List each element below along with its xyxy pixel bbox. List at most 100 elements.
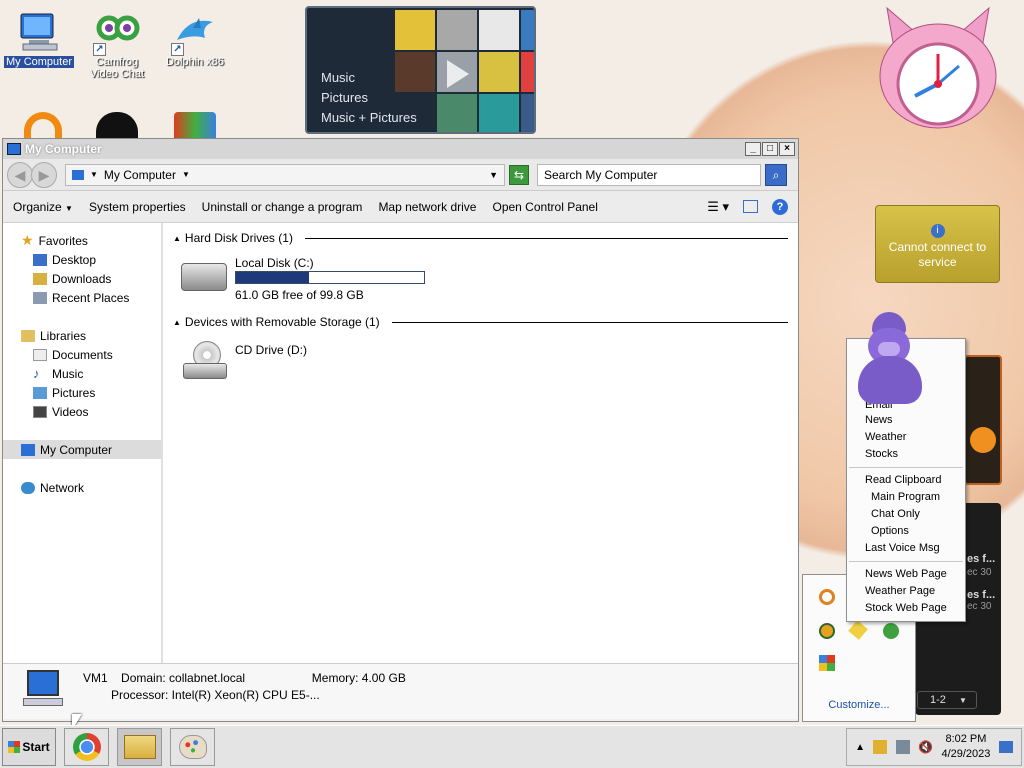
address-bar[interactable]: ▼ My Computer ▼ ▼ (65, 163, 505, 186)
taskbar-chrome[interactable] (64, 728, 109, 766)
group-header-hard-disks[interactable]: ▲ Hard Disk Drives (1) (173, 231, 792, 245)
show-desktop-icon[interactable] (998, 741, 1013, 753)
system-properties-button[interactable]: System properties (89, 200, 186, 214)
drive-d[interactable]: CD Drive (D:) (169, 329, 792, 399)
nav-favorites[interactable]: ★ Favorites (3, 231, 161, 250)
desktop-icon-camfrog[interactable]: ↗ Camfrog Video Chat (80, 10, 154, 80)
domain-text: Domain: collabnet.local (121, 671, 246, 685)
media-item-pictures[interactable]: Pictures (321, 90, 368, 105)
drive-c[interactable]: Local Disk (C:) 61.0 GB free of 99.8 GB (169, 245, 792, 315)
desktop-icon-dolphin[interactable]: ↗ Dolphin x86 (158, 10, 232, 68)
group-header-removable[interactable]: ▲ Devices with Removable Storage (1) (173, 315, 792, 329)
play-icon[interactable] (447, 60, 469, 88)
back-button[interactable]: ◀ (7, 161, 33, 188)
computer-icon (72, 169, 84, 180)
navigation-pane: ★ Favorites Desktop Downloads Recent Plac… (3, 223, 163, 663)
close-button[interactable]: × (779, 142, 795, 156)
minimize-button[interactable]: _ (745, 142, 761, 156)
nav-my-computer[interactable]: My Computer (3, 440, 161, 459)
menu-item-stock-web-page[interactable]: Stock Web Page (847, 600, 965, 617)
update-tray-icon[interactable] (883, 623, 899, 639)
nav-item-music[interactable]: ♪ Music (3, 364, 161, 383)
media-tile (479, 94, 519, 132)
nav-label: Libraries (40, 328, 87, 343)
bonzi-tray-icon[interactable] (819, 623, 835, 639)
menu-item-stocks[interactable]: Stocks (847, 446, 965, 463)
menu-item-options[interactable]: Options (847, 523, 965, 540)
nav-item-recent-places[interactable]: Recent Places (3, 288, 161, 307)
window-computer-icon (7, 143, 21, 155)
forward-button[interactable]: ▶ (31, 161, 57, 188)
nav-item-desktop[interactable]: Desktop (3, 250, 161, 269)
show-hidden-icons-icon[interactable]: ▲ (855, 742, 865, 753)
maximize-button[interactable]: □ (762, 142, 778, 156)
dark-gadget[interactable] (964, 355, 1002, 485)
taskbar-paint[interactable] (170, 728, 215, 766)
collapse-icon[interactable]: ▲ (173, 234, 181, 243)
chat-tray-icon[interactable] (848, 620, 868, 640)
feed-pager[interactable]: 1-2 ▼ (917, 691, 977, 709)
nav-item-downloads[interactable]: Downloads (3, 269, 161, 288)
menu-separator (849, 561, 963, 562)
nav-label: Favorites (38, 233, 88, 248)
system-clock[interactable]: 8:02 PM 4/29/2023 (941, 732, 990, 762)
desktop-icon-partial-penguin[interactable] (96, 112, 138, 138)
nav-libraries[interactable]: Libraries (3, 326, 161, 345)
feed-item[interactable]: es f... (967, 553, 995, 565)
network-tray-icon[interactable] (895, 740, 910, 754)
desktop-icon-label: Dolphin x86 (165, 56, 225, 68)
media-item-music-pictures[interactable]: Music + Pictures (321, 110, 417, 125)
volume-muted-icon[interactable]: 🔇 (918, 740, 933, 754)
clock-gadget[interactable] (875, 6, 1001, 132)
address-dropdown-icon[interactable]: ▼ (489, 170, 498, 180)
uninstall-program-button[interactable]: Uninstall or change a program (202, 200, 363, 214)
menu-item-news[interactable]: News (847, 412, 965, 429)
windows-tray-icon[interactable] (819, 655, 835, 671)
menu-item-weather-page[interactable]: Weather Page (847, 583, 965, 600)
menu-item-main-program[interactable]: Main Program (847, 489, 965, 506)
shortcut-arrow-icon: ↗ (93, 43, 106, 56)
menu-item-chat-only[interactable]: Chat Only (847, 506, 965, 523)
info-gadget[interactable]: i Cannot connect to service (875, 205, 1000, 283)
breadcrumb[interactable]: My Computer (104, 168, 176, 182)
help-icon[interactable]: ? (772, 198, 788, 215)
menu-item-last-voice-msg[interactable]: Last Voice Msg (847, 540, 965, 557)
explorer-window[interactable]: My Computer _ □ × ◀ ▶ ▼ My Computer ▼ ▼ … (2, 138, 799, 722)
organize-button[interactable]: Organize ▼ (13, 200, 73, 214)
bonzi-character[interactable] (852, 312, 928, 410)
star-icon: ★ (21, 232, 34, 248)
menu-item-read-clipboard[interactable]: Read Clipboard (847, 472, 965, 489)
map-network-drive-button[interactable]: Map network drive (378, 200, 476, 214)
nav-item-pictures[interactable]: Pictures (3, 383, 161, 402)
media-item-music[interactable]: Music (321, 70, 355, 85)
title-bar[interactable]: My Computer _ □ × (3, 139, 798, 159)
search-tray-icon[interactable] (819, 589, 835, 605)
breadcrumb-arrow-icon[interactable]: ▼ (90, 170, 98, 179)
taskbar-explorer[interactable] (117, 728, 162, 766)
videos-icon (33, 405, 47, 418)
refresh-button[interactable]: ⇆ (509, 164, 529, 185)
menu-item-news-web-page[interactable]: News Web Page (847, 566, 965, 583)
preview-pane-icon[interactable] (743, 200, 758, 213)
desktop-icon-partial-orange[interactable] (24, 112, 62, 138)
nav-item-videos[interactable]: Videos (3, 402, 161, 421)
collapse-icon[interactable]: ▲ (173, 318, 181, 327)
camfrog-icon: ↗ (93, 10, 141, 56)
search-icon[interactable]: ⌕ (765, 163, 787, 186)
menu-item-weather[interactable]: Weather (847, 429, 965, 446)
desktop-icon-partial-app[interactable] (174, 112, 216, 138)
open-control-panel-button[interactable]: Open Control Panel (492, 200, 597, 214)
view-options-icon[interactable]: ☰ ▾ (707, 199, 729, 215)
desktop-icon-my-computer[interactable]: My Computer (2, 10, 76, 68)
search-input[interactable]: Search My Computer (537, 163, 761, 186)
media-center-gadget[interactable]: Music Pictures Music + Pictures (305, 6, 536, 134)
customize-link[interactable]: Customize... (803, 699, 915, 711)
start-button[interactable]: Start (2, 728, 56, 766)
feed-item[interactable]: es f... (967, 589, 995, 601)
nav-item-documents[interactable]: Documents (3, 345, 161, 364)
pictures-icon (33, 386, 47, 399)
nav-network[interactable]: Network (3, 478, 161, 497)
breadcrumb-arrow-icon[interactable]: ▼ (182, 170, 190, 179)
feed-date: ec 30 (967, 567, 992, 578)
action-center-flag-icon[interactable] (873, 740, 888, 754)
